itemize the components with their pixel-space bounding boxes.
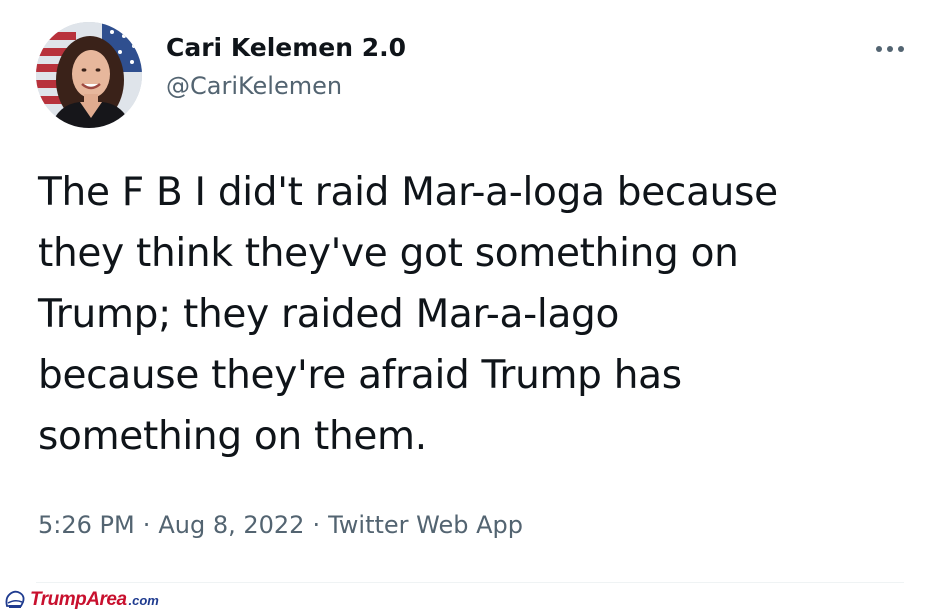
watermark-brand: TrumpArea bbox=[30, 589, 127, 610]
tweet-card: Cari Kelemen 2.0 @CariKelemen The F B I … bbox=[0, 0, 940, 612]
tweet-meta: 5:26 PM · Aug 8, 2022 · Twitter Web App bbox=[38, 505, 523, 545]
tweet-text: The F B I did't raid Mar-a-loga because … bbox=[38, 170, 778, 459]
watermark-logo-icon bbox=[5, 590, 25, 608]
more-dot bbox=[898, 46, 904, 52]
more-dot bbox=[876, 46, 882, 52]
tweet-date[interactable]: Aug 8, 2022 bbox=[158, 511, 304, 539]
divider bbox=[36, 582, 904, 583]
author-names: Cari Kelemen 2.0 @CariKelemen bbox=[166, 30, 406, 106]
tweet-header: Cari Kelemen 2.0 @CariKelemen bbox=[36, 22, 912, 132]
more-horizontal-icon[interactable] bbox=[868, 36, 912, 62]
author-display-name[interactable]: Cari Kelemen 2.0 bbox=[166, 30, 406, 66]
avatar[interactable] bbox=[36, 22, 142, 128]
author-handle[interactable]: @CariKelemen bbox=[166, 66, 406, 106]
more-dot bbox=[887, 46, 893, 52]
meta-separator: · bbox=[312, 511, 321, 539]
tweet-time[interactable]: 5:26 PM bbox=[38, 511, 135, 539]
watermark: TrumpArea .com bbox=[4, 588, 159, 612]
watermark-domain: .com bbox=[128, 592, 159, 608]
meta-separator: · bbox=[142, 511, 151, 539]
tweet-source[interactable]: Twitter Web App bbox=[328, 511, 523, 539]
avatar-image bbox=[36, 22, 142, 128]
